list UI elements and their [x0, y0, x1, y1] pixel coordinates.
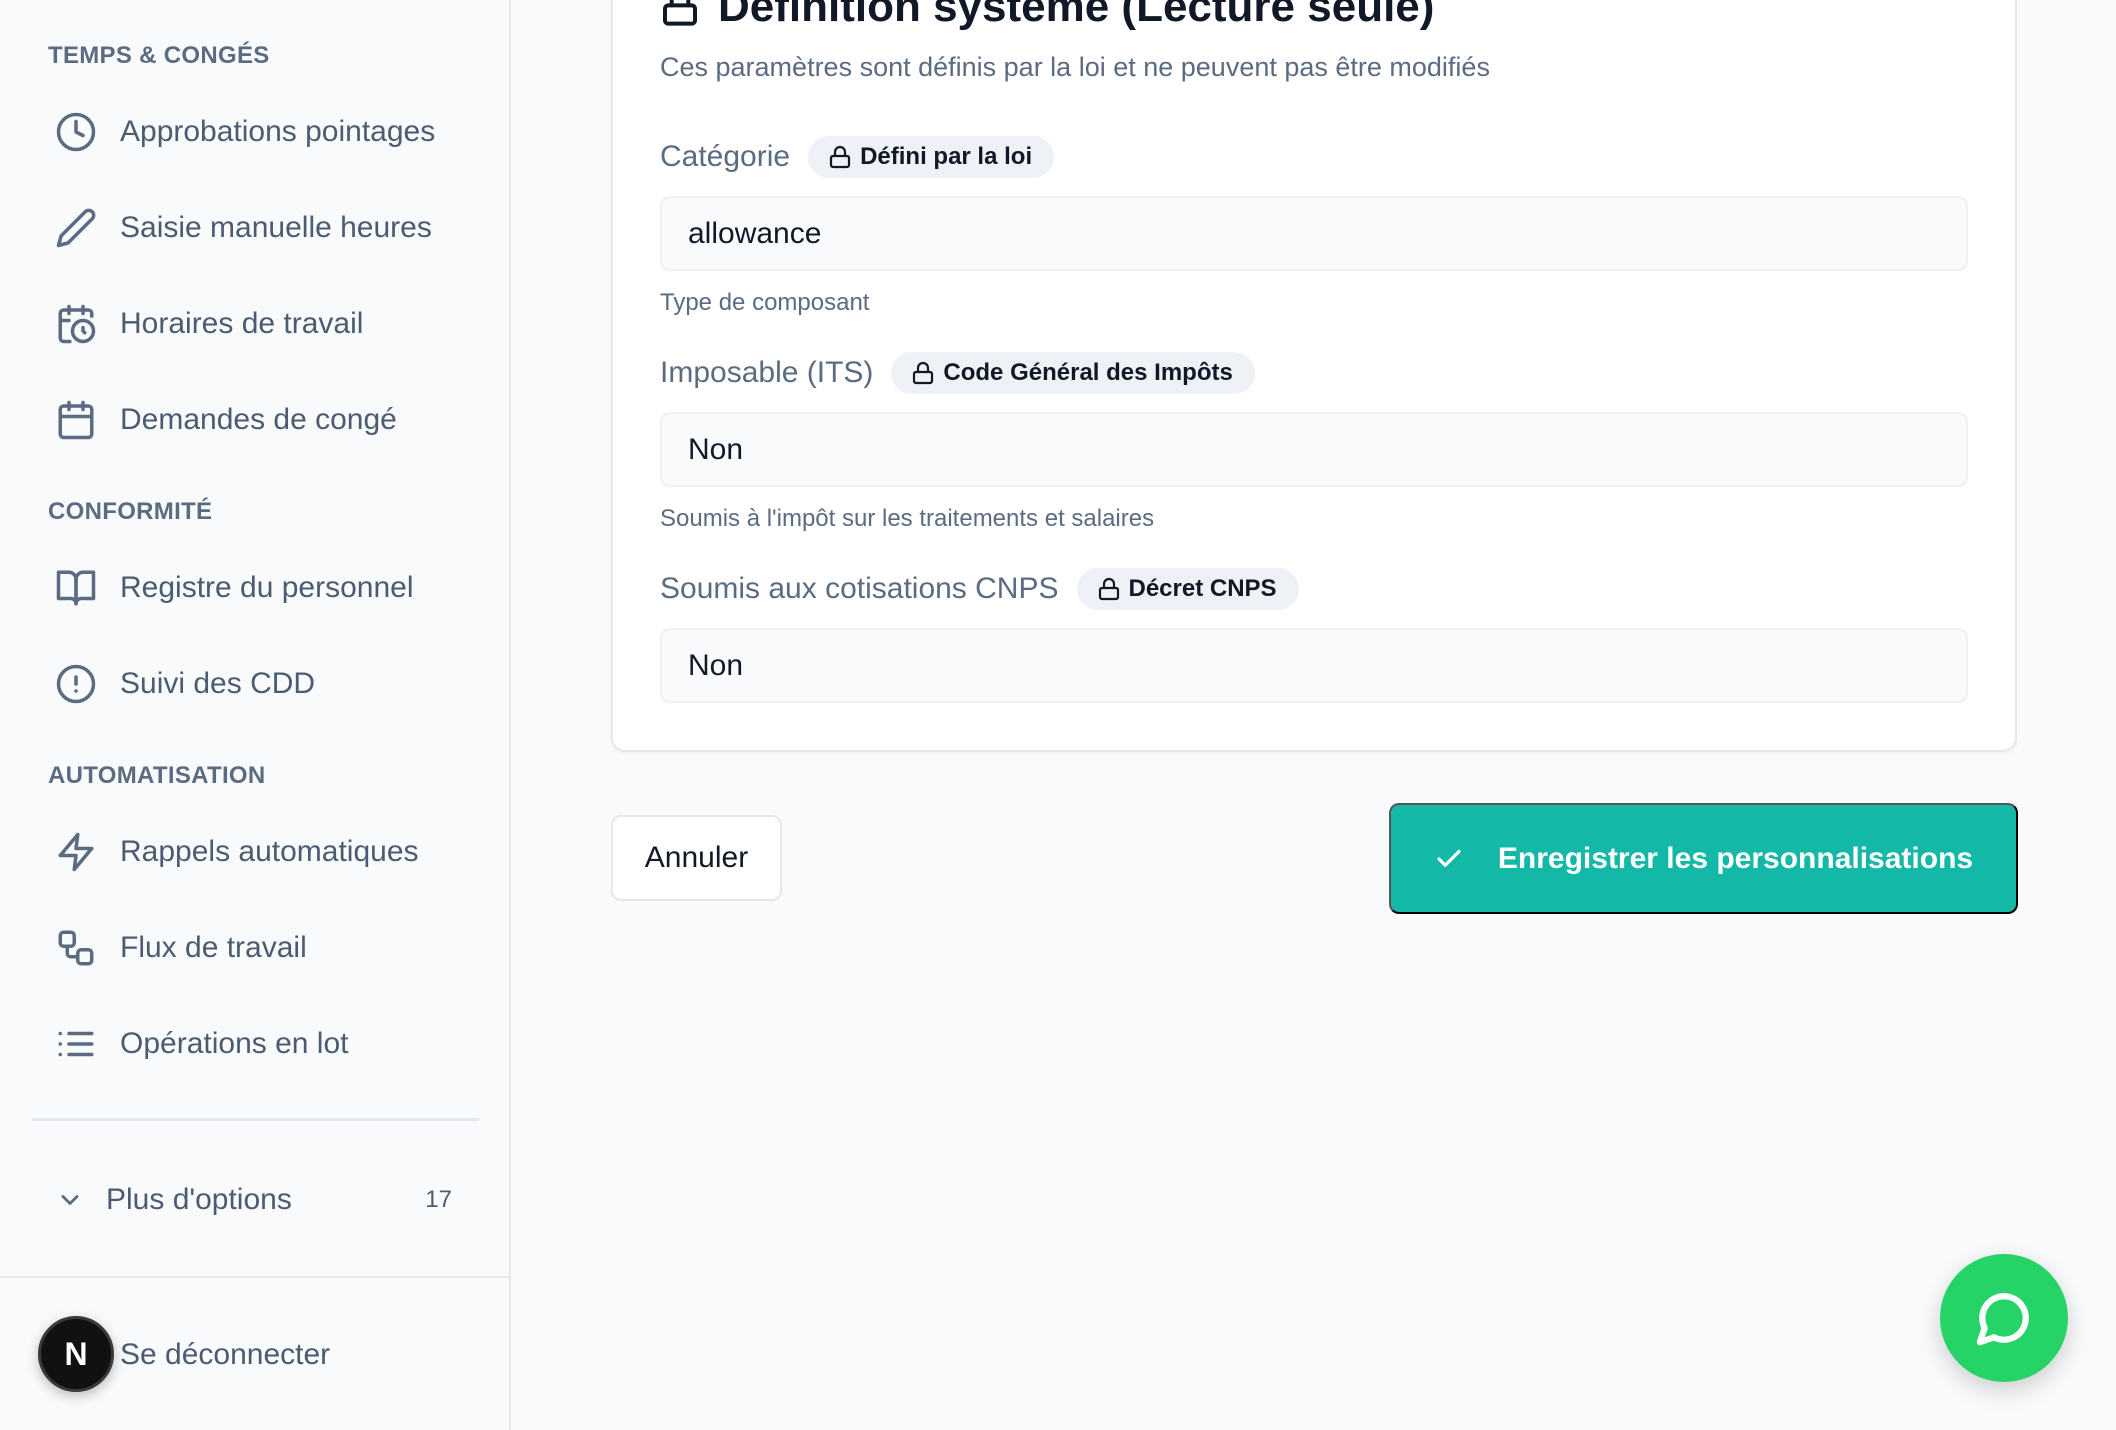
- sidebar-item-label: Flux de travail: [120, 931, 307, 964]
- avatar[interactable]: N: [38, 1316, 114, 1392]
- app-root: TEMPS & CONGÉS Approbations pointages Sa…: [0, 0, 2116, 1430]
- book-open-icon: [54, 566, 98, 610]
- calendar-icon: [54, 398, 98, 442]
- field-imposable-label-row: Imposable (ITS) Code Général des Impôts: [660, 352, 1255, 394]
- sidebar-item-horaires[interactable]: Horaires de travail: [32, 282, 480, 366]
- zap-icon: [54, 830, 98, 874]
- message-circle-icon: [1976, 1293, 2029, 1346]
- sidebar-item-suivi-cdd[interactable]: Suivi des CDD: [32, 642, 480, 726]
- chevron-down-icon: [56, 1186, 84, 1214]
- section-heading-conformite: CONFORMITÉ: [48, 498, 213, 525]
- sidebar-item-label: Opérations en lot: [120, 1027, 349, 1060]
- imposable-field: Non: [660, 412, 1968, 487]
- clock-icon: [54, 110, 98, 154]
- law-badge-label: Défini par la loi: [860, 143, 1033, 170]
- section-heading-automatisation: AUTOMATISATION: [48, 762, 266, 789]
- sidebar-item-label: Approbations pointages: [120, 115, 436, 148]
- more-options-toggle[interactable]: Plus d'options 17: [32, 1160, 480, 1240]
- sidebar-footer-divider: [0, 1276, 511, 1278]
- sidebar-item-label: Saisie manuelle heures: [120, 211, 432, 244]
- lock-icon: [913, 361, 934, 385]
- law-badge-label: Décret CNPS: [1128, 575, 1277, 602]
- sidebar-item-saisie-manuelle[interactable]: Saisie manuelle heures: [32, 186, 480, 270]
- categorie-field: allowance: [660, 196, 1968, 271]
- field-help: Soumis à l'impôt sur les traitements et …: [660, 505, 1155, 532]
- lock-icon: [829, 145, 851, 169]
- sidebar-item-label: Registre du personnel: [120, 571, 414, 604]
- field-label: Catégorie: [660, 140, 791, 173]
- field-categorie-label-row: Catégorie Défini par la loi: [660, 136, 1055, 178]
- sidebar-item-label: Rappels automatiques: [120, 835, 419, 868]
- save-button-label: Enregistrer les personnalisations: [1497, 841, 1974, 875]
- logout-label: Se déconnecter: [120, 1338, 331, 1371]
- field-cnps-label-row: Soumis aux cotisations CNPS Décret CNPS: [660, 568, 1299, 610]
- law-badge: Code Général des Impôts: [891, 352, 1255, 394]
- law-badge: Défini par la loi: [808, 136, 1055, 178]
- sidebar-item-demandes-conge[interactable]: Demandes de congé: [32, 378, 480, 462]
- save-customizations-button[interactable]: Enregistrer les personnalisations: [1389, 803, 2018, 914]
- card-subtitle: Ces paramètres sont définis par la loi e…: [660, 52, 1490, 82]
- law-badge: Décret CNPS: [1076, 568, 1299, 610]
- sidebar-divider: [32, 1118, 479, 1121]
- field-label: Soumis aux cotisations CNPS: [660, 572, 1059, 605]
- card-title-row: Définition système (Lecture seule): [660, 0, 1434, 32]
- pencil-icon: [54, 206, 98, 250]
- sidebar-item-rappels-automatiques[interactable]: Rappels automatiques: [32, 810, 480, 894]
- list-icon: [54, 1022, 98, 1066]
- field-label: Imposable (ITS): [660, 356, 874, 389]
- sidebar-item-label: Suivi des CDD: [120, 667, 316, 700]
- sidebar-item-approbations-pointages[interactable]: Approbations pointages: [32, 90, 480, 174]
- field-help: Type de composant: [660, 289, 870, 316]
- more-options-count: 17: [425, 1186, 452, 1213]
- sidebar-item-operations-lot[interactable]: Opérations en lot: [32, 1002, 480, 1086]
- sidebar-item-label: Demandes de congé: [120, 403, 397, 436]
- sidebar-item-flux-travail[interactable]: Flux de travail: [32, 906, 480, 990]
- law-badge-label: Code Général des Impôts: [943, 359, 1233, 386]
- section-heading-temps-conges: TEMPS & CONGÉS: [48, 42, 270, 69]
- cnps-field: Non: [660, 628, 1968, 703]
- chat-button[interactable]: [1940, 1254, 2068, 1382]
- sidebar-item-label: Horaires de travail: [120, 307, 364, 340]
- calendar-clock-icon: [54, 302, 98, 346]
- lock-icon: [660, 0, 700, 27]
- check-icon: [1437, 849, 1461, 867]
- more-options-label: Plus d'options: [106, 1183, 292, 1216]
- lock-icon: [1098, 577, 1119, 601]
- cancel-button[interactable]: Annuler: [611, 815, 782, 901]
- sidebar-item-registre-personnel[interactable]: Registre du personnel: [32, 546, 480, 630]
- sidebar: TEMPS & CONGÉS Approbations pointages Sa…: [0, 0, 511, 1430]
- card-title: Définition système (Lecture seule): [718, 0, 1435, 31]
- alert-circle-icon: [54, 662, 98, 706]
- workflow-icon: [54, 926, 98, 970]
